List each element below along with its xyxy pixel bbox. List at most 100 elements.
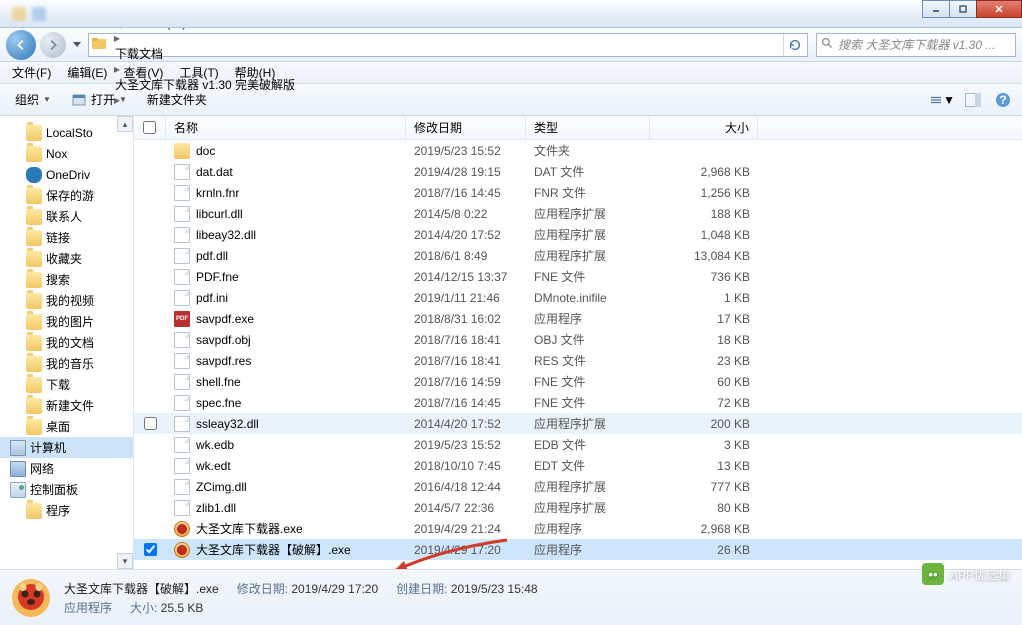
breadcrumb-segment[interactable]: 下载文档 [111,45,299,62]
column-name[interactable]: 名称 [166,116,406,139]
column-type[interactable]: 类型 [526,116,650,139]
row-checkbox[interactable] [134,543,166,556]
newfolder-button[interactable]: 新建文件夹 [138,88,216,112]
file-date: 2019/4/28 19:15 [406,165,526,179]
file-type: OBJ 文件 [526,331,650,348]
file-row[interactable]: ZCimg.dll2016/4/18 12:44应用程序扩展777 KB [134,476,1022,497]
sidebar-item-label: 新建文件 [46,397,94,414]
file-type: 应用程序扩展 [526,205,650,222]
svg-text:?: ? [999,93,1006,107]
sidebar-item[interactable]: Nox [0,143,133,164]
column-size[interactable]: 大小 [650,116,758,139]
file-row[interactable]: 大圣文库下载器.exe2019/4/29 21:24应用程序2,968 KB [134,518,1022,539]
sidebar-item[interactable]: 新建文件 [0,395,133,416]
address-bar[interactable]: 计算机▸本地磁盘 (H:)▸下载文档▸大圣文库下载器 v1.30 完美破解版▸ [88,33,808,57]
file-type: FNE 文件 [526,268,650,285]
navigation-tree[interactable]: ▴ LocalStoNoxOneDriv保存的游联系人链接收藏夹搜索我的视频我的… [0,116,134,569]
menu-help[interactable]: 帮助(H) [227,62,284,83]
file-size: 2,968 KB [650,165,758,179]
sidebar-item[interactable]: OneDriv [0,164,133,185]
menu-tools[interactable]: 工具(T) [171,62,226,83]
file-size: 13 KB [650,459,758,473]
column-checkbox[interactable] [134,116,166,139]
file-type: 应用程序扩展 [526,478,650,495]
file-row[interactable]: wk.edt2018/10/10 7:45EDT 文件13 KB [134,455,1022,476]
breadcrumb-arrow[interactable]: ▸ [111,31,299,45]
file-size: 736 KB [650,270,758,284]
sidebar-item[interactable]: 搜索 [0,269,133,290]
sidebar-item[interactable]: 我的音乐 [0,353,133,374]
sidebar-item[interactable]: 链接 [0,227,133,248]
tree-scroll-up[interactable]: ▴ [117,116,133,132]
file-row[interactable]: savpdf.res2018/7/16 18:41RES 文件23 KB [134,350,1022,371]
file-row[interactable]: krnln.fnr2018/7/16 14:45FNR 文件1,256 KB [134,182,1022,203]
sidebar-item[interactable]: 保存的游 [0,185,133,206]
file-row[interactable]: PDF.fne2014/12/15 13:37FNE 文件736 KB [134,266,1022,287]
file-row[interactable]: doc2019/5/23 15:52文件夹 [134,140,1022,161]
sidebar-item[interactable]: 下载 [0,374,133,395]
back-button[interactable] [6,30,36,60]
sidebar-item-label: 收藏夹 [46,250,82,267]
file-type: FNE 文件 [526,394,650,411]
file-row[interactable]: ssleay32.dll2014/4/20 17:52应用程序扩展200 KB [134,413,1022,434]
file-row[interactable]: zlib1.dll2014/5/7 22:36应用程序扩展80 KB [134,497,1022,518]
forward-button[interactable] [40,32,66,58]
minimize-button[interactable] [922,0,950,18]
sidebar-item[interactable]: 桌面 [0,416,133,437]
sidebar-item[interactable]: LocalSto [0,122,133,143]
sidebar-item-label: LocalSto [46,126,93,140]
preview-pane-button[interactable] [960,88,986,112]
row-checkbox[interactable] [134,417,166,430]
search-icon [821,37,834,53]
tree-scroll-down[interactable]: ▾ [117,553,133,569]
file-name: doc [196,144,215,158]
file-list[interactable]: 名称 修改日期 类型 大小 doc2019/5/23 15:52文件夹dat.d… [134,116,1022,569]
sidebar-item[interactable]: 我的图片 [0,311,133,332]
file-row[interactable]: 大圣文库下载器【破解】.exe2019/4/29 17:20应用程序26 KB [134,539,1022,560]
open-button[interactable]: 打开▼ [62,88,136,112]
maximize-button[interactable] [949,0,977,18]
column-date[interactable]: 修改日期 [406,116,526,139]
sidebar-item-label: 保存的游 [46,187,94,204]
file-date: 2018/7/16 18:41 [406,354,526,368]
history-dropdown[interactable] [70,42,84,48]
file-name: savpdf.exe [196,312,254,326]
sidebar-item[interactable]: 我的文档 [0,332,133,353]
sidebar-item-label: 我的文档 [46,334,94,351]
sidebar-item[interactable]: 联系人 [0,206,133,227]
file-row[interactable]: spec.fne2018/7/16 14:45FNE 文件72 KB [134,392,1022,413]
menu-edit[interactable]: 编辑(E) [59,62,115,83]
sidebar-item[interactable]: 我的视频 [0,290,133,311]
open-icon [71,92,87,108]
sidebar-item[interactable]: 程序 [0,500,133,521]
details-size: 25.5 KB [161,601,204,615]
view-options-button[interactable]: ▼ [930,88,956,112]
sidebar-item[interactable]: 控制面板 [0,479,133,500]
sidebar-item-label: 下载 [46,376,70,393]
sidebar-item-label: 计算机 [30,439,66,456]
file-row[interactable]: savpdf.obj2018/7/16 18:41OBJ 文件18 KB [134,329,1022,350]
file-name: shell.fne [196,375,241,389]
file-type: 文件夹 [526,142,650,159]
details-pane: 大圣文库下载器【破解】.exe 修改日期: 2019/4/29 17:20 创建… [0,569,1022,625]
file-row[interactable]: libeay32.dll2014/4/20 17:52应用程序扩展1,048 K… [134,224,1022,245]
organize-button[interactable]: 组织▼ [6,88,60,112]
file-row[interactable]: savpdf.exe2018/8/31 16:02应用程序17 KB [134,308,1022,329]
file-row[interactable]: wk.edb2019/5/23 15:52EDB 文件3 KB [134,434,1022,455]
file-size: 23 KB [650,354,758,368]
file-row[interactable]: pdf.ini2019/1/11 21:46DMnote.inifile1 KB [134,287,1022,308]
help-button[interactable]: ? [990,88,1016,112]
file-row[interactable]: dat.dat2019/4/28 19:15DAT 文件2,968 KB [134,161,1022,182]
search-input[interactable]: 搜索 大圣文库下载器 v1.30 ... [816,33,1016,57]
file-row[interactable]: libcurl.dll2014/5/8 0:22应用程序扩展188 KB [134,203,1022,224]
sidebar-item[interactable]: 收藏夹 [0,248,133,269]
sidebar-item[interactable]: 计算机 [0,437,133,458]
menu-view[interactable]: 查看(V) [115,62,171,83]
file-row[interactable]: pdf.dll2018/6/1 8:49应用程序扩展13,084 KB [134,245,1022,266]
sidebar-item[interactable]: 网络 [0,458,133,479]
refresh-button[interactable] [783,34,805,56]
close-button[interactable] [976,0,1022,18]
main-area: ▴ LocalStoNoxOneDriv保存的游联系人链接收藏夹搜索我的视频我的… [0,116,1022,569]
file-row[interactable]: shell.fne2018/7/16 14:59FNE 文件60 KB [134,371,1022,392]
menu-file[interactable]: 文件(F) [4,62,59,83]
